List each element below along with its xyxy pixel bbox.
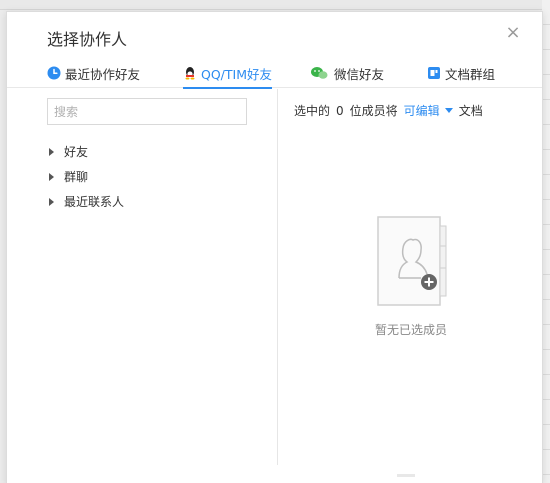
selected-members-pane: 选中的 0 位成员将 可编辑 文档 暂无已选成员: [278, 89, 544, 469]
permission-dropdown[interactable]: 可编辑: [404, 102, 453, 119]
tab-label: QQ/TIM好友: [201, 66, 272, 82]
tab-doc-groups[interactable]: 文档群组: [427, 58, 495, 88]
bottom-divider-mark: [397, 474, 415, 477]
qq-icon: [183, 66, 197, 80]
background-page: [0, 0, 550, 10]
selection-summary: 选中的 0 位成员将 可编辑 文档: [294, 102, 483, 119]
summary-prefix: 选中的: [294, 104, 331, 118]
doc-group-icon: [427, 66, 441, 80]
dialog-title: 选择协作人: [47, 30, 128, 49]
empty-state-text: 暂无已选成员: [374, 323, 447, 337]
tree-item-label: 最近联系人: [64, 195, 125, 209]
permission-label: 可编辑: [403, 104, 440, 118]
tree-item-recent-contacts[interactable]: 最近联系人: [47, 189, 124, 214]
tab-label: 最近协作好友: [65, 66, 141, 82]
contact-picker-pane: 好友 群聊 最近联系人: [7, 89, 277, 469]
caret-right-icon: [49, 172, 54, 181]
clock-icon: [47, 66, 61, 80]
contact-tree: 好友 群聊 最近联系人: [47, 139, 124, 214]
tab-label: 微信好友: [334, 66, 385, 82]
tree-item-label: 群聊: [64, 170, 89, 184]
tree-item-friends[interactable]: 好友: [47, 139, 124, 164]
search-input[interactable]: [47, 98, 247, 125]
tab-qq-tim-friends[interactable]: QQ/TIM好友: [183, 58, 272, 89]
caret-right-icon: [49, 147, 54, 156]
close-icon[interactable]: ×: [504, 24, 522, 42]
caret-right-icon: [49, 197, 54, 206]
tree-item-label: 好友: [64, 145, 89, 159]
tab-wechat-friends[interactable]: 微信好友: [310, 58, 384, 88]
tree-item-group-chats[interactable]: 群聊: [47, 164, 124, 189]
wechat-icon: [310, 66, 330, 80]
summary-suffix: 文档: [458, 104, 483, 118]
summary-middle: 位成员将: [349, 104, 398, 118]
tab-label: 文档群组: [445, 66, 496, 82]
select-collaborators-dialog: 选择协作人 × 最近协作好友 QQ/TIM好友 微信好友 文档群组 搜索 好友 …: [6, 11, 543, 483]
empty-members-illustration: [377, 216, 449, 310]
tab-bar: 最近协作好友 QQ/TIM好友 微信好友 文档群组: [7, 58, 542, 89]
caret-down-icon: [444, 108, 453, 113]
selected-count: 0: [336, 103, 344, 118]
tab-recent-collaborators[interactable]: 最近协作好友: [47, 58, 140, 88]
